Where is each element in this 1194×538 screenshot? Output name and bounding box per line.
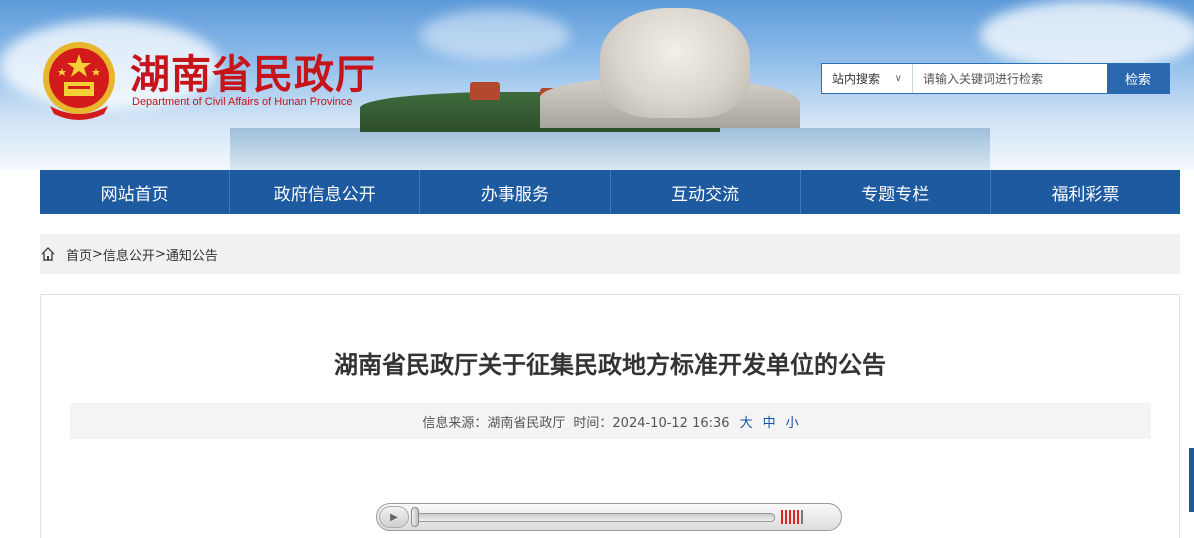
- search-bar: 站内搜索 ∨ 检索: [821, 63, 1170, 94]
- breadcrumb-home[interactable]: 首页: [66, 245, 92, 264]
- nav-item-interaction[interactable]: 互动交流: [611, 170, 801, 214]
- volume-bar: [797, 510, 799, 524]
- font-size-large-link[interactable]: 大: [740, 412, 753, 431]
- play-icon[interactable]: ▶: [379, 506, 409, 528]
- article-meta: 信息来源：湖南省民政厅 时间：2024-10-12 16:36 大 中 小: [70, 403, 1151, 439]
- article-title: 湖南省民政厅关于征集民政地方标准开发单位的公告: [334, 351, 886, 379]
- statue-image: [600, 8, 750, 118]
- home-icon: [41, 247, 55, 261]
- volume-bar: [781, 510, 783, 524]
- nav-item-lottery[interactable]: 福利彩票: [991, 170, 1180, 214]
- site-title[interactable]: 湖南省民政厅: [130, 42, 376, 100]
- breadcrumb-separator: >: [154, 246, 166, 262]
- main-nav: 网站首页 政府信息公开 办事服务 互动交流 专题专栏 福利彩票: [40, 170, 1180, 214]
- volume-control[interactable]: [781, 510, 803, 524]
- breadcrumb-notices[interactable]: 通知公告: [166, 245, 218, 264]
- site-subtitle: Department of Civil Affairs of Hunan Pro…: [132, 96, 353, 108]
- nav-item-services[interactable]: 办事服务: [420, 170, 611, 214]
- search-button[interactable]: 检索: [1107, 64, 1169, 93]
- search-scope-select[interactable]: 站内搜索 ∨: [822, 64, 913, 93]
- nav-item-gov-info[interactable]: 政府信息公开: [230, 170, 421, 214]
- search-input[interactable]: [913, 64, 1107, 93]
- font-size-medium-link[interactable]: 中: [763, 412, 776, 431]
- nav-item-topics[interactable]: 专题专栏: [801, 170, 991, 214]
- breadcrumb-separator: >: [92, 246, 103, 262]
- article-time: 时间：2024-10-12 16:36: [573, 415, 730, 431]
- pavilion-image: [470, 82, 500, 100]
- breadcrumb-info-open[interactable]: 信息公开: [103, 245, 155, 264]
- cloud-decoration: [980, 0, 1194, 70]
- volume-bar: [801, 510, 803, 524]
- header-banner: 湖南省民政厅 Department of Civil Affairs of Hu…: [0, 0, 1194, 170]
- volume-bar: [785, 510, 787, 524]
- nav-item-home[interactable]: 网站首页: [40, 170, 231, 214]
- article-panel: 湖南省民政厅关于征集民政地方标准开发单位的公告 信息来源：湖南省民政厅 时间：2…: [40, 294, 1180, 538]
- national-emblem-icon: [43, 42, 115, 120]
- breadcrumb: 首页 > 信息公开 > 通知公告: [40, 234, 1180, 274]
- audio-player: ▶: [376, 503, 842, 531]
- volume-bar: [789, 510, 791, 524]
- article-source: 信息来源：湖南省民政厅: [422, 415, 566, 431]
- volume-bar: [793, 510, 795, 524]
- font-size-small-link[interactable]: 小: [786, 412, 799, 431]
- chevron-down-icon: ∨: [894, 73, 902, 84]
- river-image: [230, 128, 990, 170]
- audio-progress-track[interactable]: [415, 513, 775, 522]
- side-float-tab[interactable]: [1189, 448, 1194, 512]
- cloud-decoration: [420, 10, 570, 60]
- audio-progress-handle[interactable]: [411, 507, 419, 527]
- search-scope-label: 站内搜索: [832, 72, 881, 86]
